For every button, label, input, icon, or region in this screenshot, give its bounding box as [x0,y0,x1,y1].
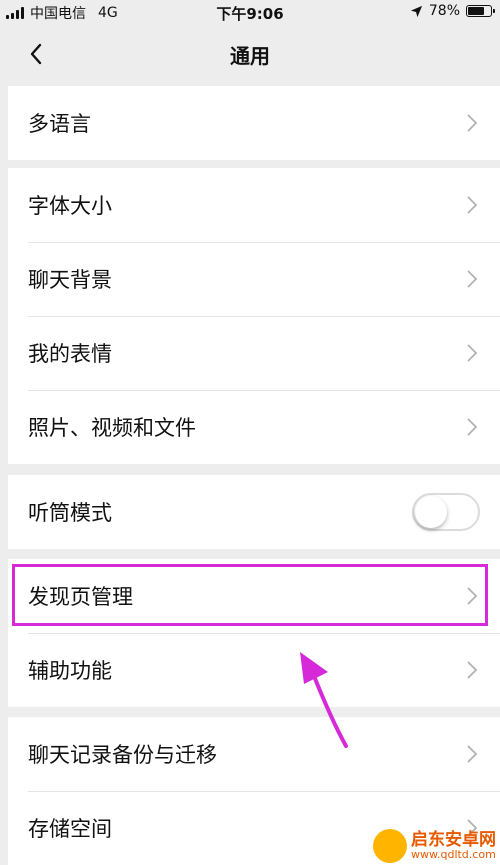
chevron-right-icon [467,114,478,132]
page-title: 通用 [230,44,270,68]
nav-bar: 通用 [0,24,500,84]
pointer-arrow-icon [300,652,348,748]
battery-percent: 78% [428,3,460,19]
settings-item-font-size[interactable]: 字体大小 [8,168,500,242]
chevron-right-icon [467,587,478,605]
settings-item-label: 照片、视频和文件 [28,416,196,440]
settings-item-label: 聊天记录备份与迁移 [28,743,217,767]
settings-item-chat-backup[interactable]: 聊天记录备份与迁移 [8,717,500,791]
chevron-right-icon [467,661,478,679]
settings-item-label: 听筒模式 [28,501,112,525]
settings-group-discover: 发现页管理 辅助功能 [8,559,500,707]
chevron-right-icon [467,270,478,288]
settings-item-label: 字体大小 [28,194,112,218]
watermark: 启东安卓网 www.qdltd.com [373,829,496,863]
settings-item-label: 辅助功能 [28,659,112,683]
settings-group-language: 多语言 [8,86,500,160]
chevron-right-icon [467,745,478,763]
settings-item-chat-background[interactable]: 聊天背景 [8,242,500,316]
battery-fill [468,7,485,15]
settings-item-accessibility[interactable]: 辅助功能 [8,633,500,707]
settings-group-display: 字体大小 聊天背景 我的表情 照片、视频和文件 [8,168,500,464]
settings-item-discover-management[interactable]: 发现页管理 [8,559,500,633]
settings-item-my-stickers[interactable]: 我的表情 [8,316,500,390]
settings-item-label: 我的表情 [28,342,112,366]
settings-item-label: 存储空间 [28,817,112,841]
watermark-text: 启东安卓网 www.qdltd.com [411,829,496,862]
settings-item-label: 聊天背景 [28,268,112,292]
battery-icon [466,5,495,17]
settings-group-earpiece: 听筒模式 [8,475,500,549]
chevron-right-icon [467,344,478,362]
settings-item-photos-videos-files[interactable]: 照片、视频和文件 [8,390,500,464]
status-right: 78% [410,3,495,19]
toggle-knob [415,496,447,528]
status-bar: 中国电信 4G 下午9:06 78% [0,0,500,24]
settings-item-label: 多语言 [28,112,91,136]
chevron-right-icon [467,418,478,436]
settings-item-language[interactable]: 多语言 [8,86,500,160]
watermark-name: 启东安卓网 [411,829,496,850]
settings-item-earpiece-mode: 听筒模式 [8,475,500,549]
watermark-url: www.qdltd.com [411,848,496,862]
location-arrow-icon [410,5,422,17]
chevron-right-icon [467,196,478,214]
watermark-logo-icon [373,829,407,863]
settings-item-label: 发现页管理 [28,585,133,609]
earpiece-mode-toggle[interactable] [412,493,480,531]
